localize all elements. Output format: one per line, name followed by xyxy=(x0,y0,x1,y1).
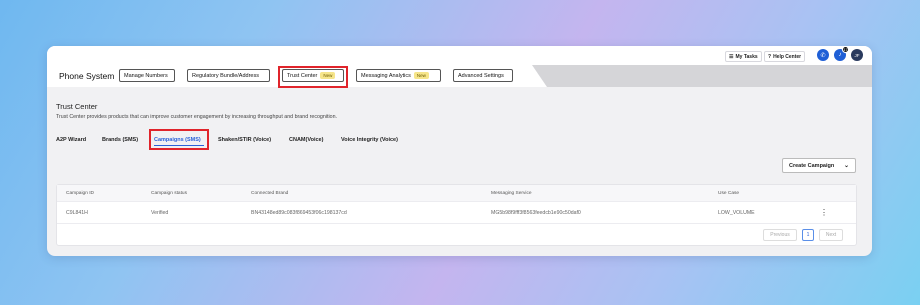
avatar[interactable]: JF xyxy=(851,49,863,61)
app-window: ☰ My Tasks ? Help Center ✆ ♪ 17 JF Phone… xyxy=(47,46,872,256)
create-campaign-label: Create Campaign xyxy=(789,162,835,169)
more-options-icon[interactable]: ⋮ xyxy=(820,208,828,217)
tab-brands-sms[interactable]: Brands (SMS) xyxy=(102,137,138,143)
messaging-service: MG5b98f9fff3f8563feedcb1e90c50daf0 xyxy=(491,210,581,216)
page-description: Trust Center provides products that can … xyxy=(56,114,337,120)
main-nav: Phone System Manage Numbers Regulatory B… xyxy=(47,65,872,87)
use-case: LOW_VOLUME xyxy=(718,210,755,216)
campaign-id: C9L841H xyxy=(66,210,88,216)
nav-label: Regulatory Bundle/Address xyxy=(192,72,259,79)
nav-label: Manage Numbers xyxy=(124,72,168,79)
column-header: Connected Brand xyxy=(251,191,289,196)
tab-cnam[interactable]: CNAM(Voice) xyxy=(289,137,323,143)
nav-manage-numbers[interactable]: Manage Numbers xyxy=(119,69,175,82)
next-page-button[interactable]: Next xyxy=(819,229,843,241)
tab-a2p-wizard[interactable]: A2P Wizard xyxy=(56,137,86,143)
page-title: Trust Center xyxy=(56,102,98,111)
app-title: Phone System xyxy=(59,71,115,81)
column-header: Use Case xyxy=(718,191,740,196)
question-icon: ? xyxy=(768,53,772,60)
column-header: Campaign ID xyxy=(66,191,94,196)
page-number-button[interactable]: 1 xyxy=(802,229,814,241)
list-icon: ☰ xyxy=(729,53,734,60)
phone-icon[interactable]: ✆ xyxy=(817,49,829,61)
previous-page-button[interactable]: Previous xyxy=(763,229,797,241)
chevron-down-icon: ⌄ xyxy=(843,163,849,169)
table-header: Campaign ID Campaign status Connected Br… xyxy=(57,185,856,202)
campaign-status: Verified xyxy=(151,210,169,216)
tab-voice-integrity[interactable]: Voice Integrity (Voice) xyxy=(341,137,398,143)
nav-regulatory-bundle[interactable]: Regulatory Bundle/Address xyxy=(187,69,270,82)
campaigns-table: Campaign ID Campaign status Connected Br… xyxy=(56,184,857,246)
tab-shaken-stir[interactable]: Shaken/STIR (Voice) xyxy=(218,137,271,143)
nav-label: Advanced Settings xyxy=(458,72,504,79)
column-header: Campaign status xyxy=(151,191,187,196)
help-center-label: Help Center xyxy=(773,53,802,60)
nav-label: Messaging Analytics xyxy=(361,72,411,79)
help-center-button[interactable]: ? Help Center xyxy=(764,51,806,62)
column-header: Messaging Service xyxy=(491,191,532,196)
top-utility-bar: ☰ My Tasks ? Help Center ✆ ♪ 17 JF xyxy=(47,46,872,65)
bell-icon[interactable]: ♪ 17 xyxy=(834,46,849,61)
notification-count-badge: 17 xyxy=(842,46,849,53)
highlight-trust-center xyxy=(278,66,348,88)
row-divider xyxy=(57,223,856,224)
my-tasks-button[interactable]: ☰ My Tasks xyxy=(725,51,762,62)
connected-brand: BN43148ed89c083f869453f06c198137cd xyxy=(251,210,347,216)
nav-advanced-settings[interactable]: Advanced Settings xyxy=(453,69,513,82)
nav-messaging-analytics[interactable]: Messaging Analytics New xyxy=(356,69,441,82)
highlight-campaigns-tab xyxy=(149,129,209,150)
create-campaign-button[interactable]: Create Campaign ⌄ xyxy=(782,158,856,173)
new-badge: New xyxy=(413,72,429,79)
my-tasks-label: My Tasks xyxy=(735,53,758,60)
